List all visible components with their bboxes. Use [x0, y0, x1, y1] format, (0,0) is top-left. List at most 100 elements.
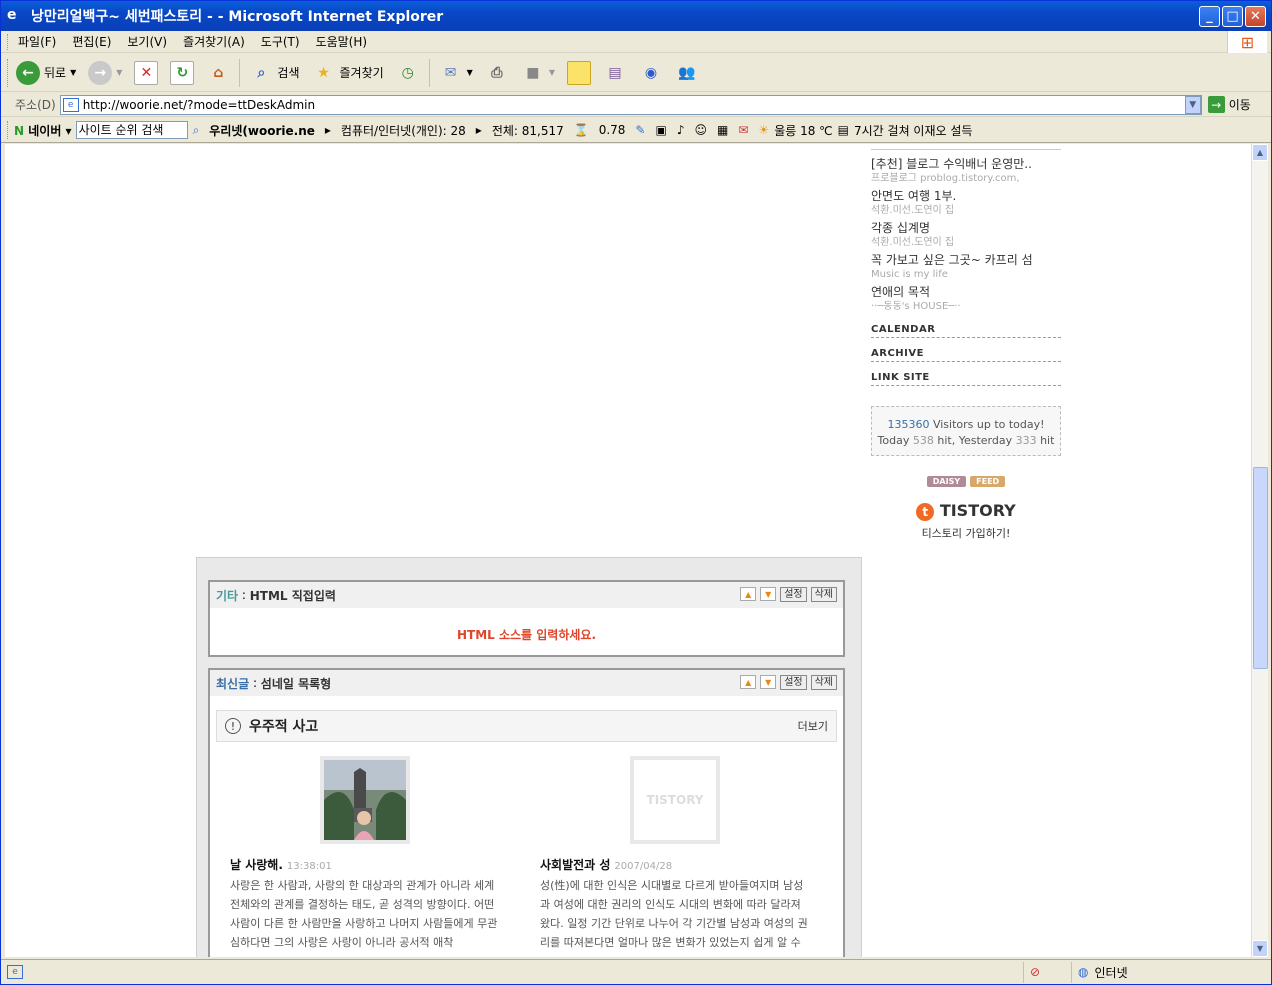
menu-view[interactable]: 보기(V) — [119, 33, 175, 50]
move-down-button[interactable]: ▼ — [760, 675, 777, 689]
back-button[interactable]: ← 뒤로 ▼ — [10, 56, 82, 90]
search-icon: ⌕ — [257, 64, 266, 81]
delete-button[interactable]: 삭제 — [810, 675, 837, 690]
refresh-icon: ↻ — [170, 60, 195, 85]
settings-button[interactable]: 설정 — [780, 587, 807, 602]
menu-edit[interactable]: 편집(E) — [64, 33, 119, 50]
naver-toolbar: N 네이버 ▾ 사이트 순위 검색 ⌕ 우리넷(woorie.ne ▸ 컴퓨터/… — [1, 118, 1271, 143]
music-icon[interactable]: ♪ — [672, 123, 690, 137]
close-button[interactable]: ✕ — [1245, 6, 1266, 27]
menu-tools[interactable]: 도구(T) — [253, 33, 308, 50]
scroll-up-button[interactable]: ▲ — [1252, 144, 1268, 161]
go-button[interactable]: → 이동 — [1202, 96, 1257, 113]
window-title: 낭만리얼백구~ 세번패스토리 - - Microsoft Internet Ex… — [31, 9, 444, 25]
widget-header: 최신글 : 섬네일 목록형 ▲ ▼ 설정 삭제 — [210, 670, 843, 696]
edit-button[interactable]: ■ ▼ — [515, 56, 561, 90]
tool-icon[interactable]: ▣ — [650, 123, 671, 137]
standard-toolbar: ← 뒤로 ▼ → ▼ ✕ ↻ ⌂ ⌕ 검색 ★ 즐겨찾기 ◷ ✉ ▼ ⎙ ■ ▼ ▤… — [1, 54, 1271, 92]
post-time: 13:38:01 — [286, 861, 332, 872]
news-ticker[interactable]: 7시간 걸쳐 이재오 설득 — [854, 122, 972, 139]
daisy-badge[interactable]: DAISY — [926, 476, 967, 487]
feed-badge[interactable]: FEED — [970, 476, 1006, 487]
list-item[interactable]: 각종 십계명 석환.미선.도연이 집 — [871, 220, 1061, 250]
history-button[interactable]: ◷ — [390, 56, 426, 90]
mail-icon: ✉ — [444, 64, 457, 81]
move-down-button[interactable]: ▼ — [760, 587, 777, 601]
stop-button[interactable]: ✕ — [128, 56, 164, 90]
maximize-button[interactable]: □ — [1222, 6, 1243, 27]
html-widget: 기타 : HTML 직접입력 ▲ ▼ 설정 삭제 HTML 소스를 입력하세요. — [208, 580, 845, 657]
list-item[interactable]: 안면도 여행 1부. 석환.미선.도연이 집 — [871, 188, 1061, 218]
post-card[interactable]: TISTORY 사회발전과 성 2007/04/28 성(性)에 대한 인식은 시… — [520, 756, 830, 952]
post-thumbnail[interactable] — [320, 756, 410, 844]
minimize-button[interactable]: _ — [1199, 6, 1220, 27]
naver-logo[interactable]: N 네이버 ▾ — [10, 122, 76, 139]
list-item[interactable]: [추천] 블로그 수익배너 운영만.. 프로블로그 problog.tistory… — [871, 156, 1061, 186]
post-thumbnail[interactable]: TISTORY — [630, 756, 720, 844]
zone-indicator[interactable]: ◍ 인터넷 — [1071, 961, 1271, 983]
link-site-heading[interactable]: LINK SITE — [871, 368, 1061, 386]
menu-file[interactable]: 파일(F) — [10, 33, 64, 50]
tistory-logo[interactable]: t TISTORY — [871, 501, 1061, 521]
research-icon: ▤ — [608, 64, 622, 81]
note-button[interactable] — [561, 56, 597, 90]
post-card[interactable]: 날 사랑해. 13:38:01 사랑은 한 사람과, 사랑의 한 대상과의 관계가… — [210, 756, 520, 952]
widget-header: 기타 : HTML 직접입력 ▲ ▼ 설정 삭제 — [210, 582, 843, 608]
list-item[interactable]: 꼭 가보고 싶은 그곳~ 카프리 섬 Music is my life — [871, 252, 1061, 282]
vertical-scrollbar[interactable]: ▲ ▼ — [1251, 144, 1268, 957]
address-input[interactable] — [82, 97, 1185, 112]
address-field[interactable]: e ▼ — [59, 94, 1202, 115]
favorites-button[interactable]: ★ 즐겨찾기 — [306, 56, 390, 90]
search-button[interactable]: ⌕ 검색 — [243, 56, 305, 90]
research-button[interactable]: ▤ — [597, 56, 633, 90]
post-title[interactable]: 사회발전과 성 — [540, 858, 610, 872]
forward-arrow-icon: → — [88, 60, 113, 85]
scroll-thumb[interactable] — [1253, 467, 1268, 669]
page-status-icon: e — [7, 965, 23, 979]
move-up-button[interactable]: ▲ — [740, 587, 757, 601]
mail-button[interactable]: ✉ ▼ — [433, 56, 479, 90]
weather-text[interactable]: 울릉 18 ℃ — [774, 122, 832, 139]
archive-heading[interactable]: ARCHIVE — [871, 344, 1061, 362]
settings-button[interactable]: 설정 — [780, 675, 807, 690]
refresh-button[interactable]: ↻ — [164, 56, 200, 90]
stop-icon: ✕ — [134, 60, 159, 85]
list-item[interactable]: 연애의 목적 ··─동동's HOUSE─·· — [871, 284, 1061, 314]
messenger-button[interactable]: 👥 — [669, 56, 705, 90]
people-icon[interactable]: ☺ — [690, 123, 713, 137]
move-up-button[interactable]: ▲ — [740, 675, 757, 689]
privacy-icon[interactable]: ⊘ — [1023, 961, 1071, 983]
home-icon: ⌂ — [213, 64, 224, 81]
home-button[interactable]: ⌂ — [200, 56, 236, 90]
pen-icon[interactable]: ✎ — [630, 123, 650, 137]
media-button[interactable]: ◉ — [633, 56, 669, 90]
printer-icon: ⎙ — [491, 64, 503, 81]
edit-icon: ■ — [526, 64, 540, 81]
calendar-heading[interactable]: CALENDAR — [871, 320, 1061, 338]
hourglass-icon: ⌛ — [573, 123, 589, 137]
scroll-down-button[interactable]: ▼ — [1252, 940, 1268, 957]
safe-icon[interactable]: ▦ — [712, 123, 733, 137]
recent-posts-header: ! 우주적 사고 더보기 — [216, 710, 837, 742]
more-link[interactable]: 더보기 — [798, 718, 828, 734]
naver-search-input[interactable]: 사이트 순위 검색 — [75, 121, 188, 139]
mail-check-icon[interactable]: ✉ — [733, 123, 753, 137]
menu-favorites[interactable]: 즐겨찾기(A) — [175, 33, 253, 50]
site-rank-category: 컴퓨터/인터넷(개인): 28 — [340, 123, 466, 138]
blog-sidebar: [추천] 블로그 수익배너 운영만.. 프로블로그 problog.tistory… — [871, 144, 1061, 541]
naver-search-icon[interactable]: ⌕ — [188, 123, 205, 138]
address-dropdown[interactable]: ▼ — [1184, 95, 1201, 114]
site-rank-ratio: 0.78 — [598, 123, 626, 137]
delete-button[interactable]: 삭제 — [810, 587, 837, 602]
status-bar: e ⊘ ◍ 인터넷 — [1, 959, 1271, 984]
star-icon: ★ — [317, 64, 330, 81]
tistory-join-link[interactable]: 티스토리 가입하기! — [871, 525, 1061, 541]
post-title[interactable]: 날 사랑해. — [230, 858, 283, 872]
print-button[interactable]: ⎙ — [479, 56, 515, 90]
menu-help[interactable]: 도움말(H) — [308, 33, 376, 50]
visitor-counter: 135360 Visitors up to today! Today 538 h… — [871, 406, 1061, 456]
html-input-prompt[interactable]: HTML 소스를 입력하세요. — [210, 608, 843, 655]
forward-button[interactable]: → ▼ — [82, 56, 128, 90]
exclamation-icon: ! — [225, 718, 241, 734]
windows-logo-icon: ⊞ — [1227, 31, 1267, 53]
